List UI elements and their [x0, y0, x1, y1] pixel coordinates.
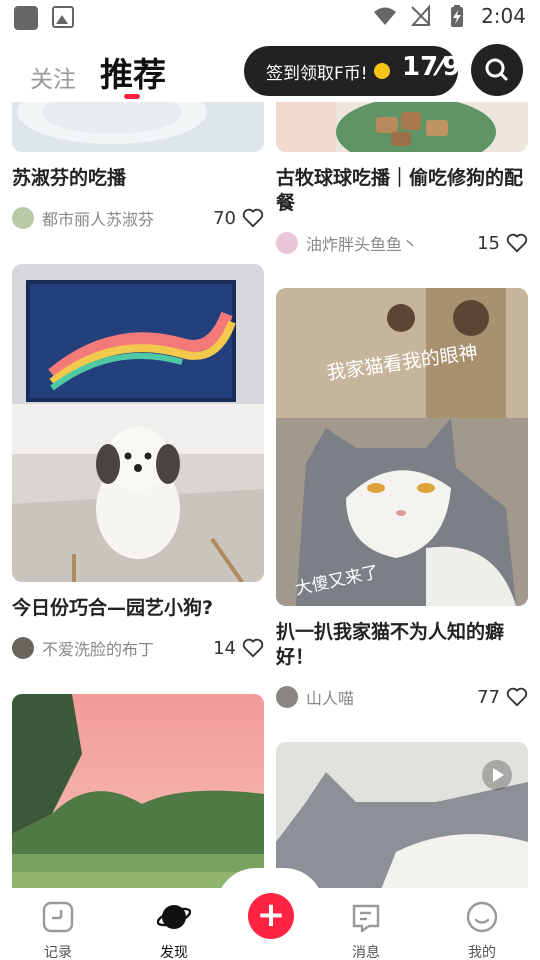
- note-title: 古牧球球吃播｜偷吃修狗的配餐: [276, 167, 524, 214]
- heart-icon[interactable]: [242, 638, 264, 658]
- heart-icon[interactable]: [506, 687, 528, 707]
- create-post-button[interactable]: +: [248, 893, 294, 939]
- message-icon: [352, 904, 380, 933]
- tab-recommend[interactable]: 推荐: [100, 48, 166, 96]
- video-play-icon: [482, 760, 512, 790]
- tab-follow[interactable]: 关注: [30, 60, 76, 94]
- note-cover-image: [276, 102, 528, 152]
- note-cover-image: [276, 742, 528, 890]
- wifi-icon: [374, 7, 397, 25]
- avatar[interactable]: [12, 207, 34, 229]
- search-icon: [485, 58, 508, 81]
- signin-reward-button[interactable]: 签到领取F币! 17⁄9: [244, 46, 461, 96]
- note-title: 扒一扒我家猫不为人知的癖好！: [276, 621, 505, 668]
- heart-icon[interactable]: [506, 233, 528, 253]
- like-count: 15: [477, 232, 500, 254]
- like-count: 77: [477, 686, 500, 708]
- note-cover-image: [12, 102, 264, 152]
- note-record-icon: [42, 901, 74, 933]
- signin-date: 17⁄9: [402, 52, 461, 82]
- nav-label: 发现: [160, 945, 188, 960]
- author-name[interactable]: 山人喵: [306, 685, 477, 709]
- heart-icon[interactable]: [242, 208, 264, 228]
- search-button[interactable]: [471, 44, 523, 96]
- like-count: 70: [213, 207, 236, 229]
- author-name[interactable]: 不爱洗脸的布丁: [42, 636, 213, 660]
- note-title: 苏淑芬的吃播: [12, 167, 127, 189]
- planet-icon: [156, 905, 192, 929]
- signin-text: 签到领取F币!: [266, 63, 368, 84]
- coin-icon: [373, 63, 390, 79]
- status-bar: 2:04: [0, 0, 540, 36]
- note-title: 今日份巧合—园艺小狗?: [12, 597, 214, 619]
- nav-label: 我的: [468, 945, 496, 960]
- nav-messages[interactable]: 消息: [326, 900, 406, 960]
- avatar[interactable]: [12, 637, 34, 659]
- no-signal-icon: [410, 4, 431, 26]
- avatar[interactable]: [276, 686, 298, 708]
- note-cover-image: [12, 694, 264, 890]
- note-cover-image: 我家猫看我的眼神 大傻又来了: [276, 288, 528, 606]
- avatar[interactable]: [276, 232, 298, 254]
- author-name[interactable]: 都市丽人苏淑芬: [42, 206, 213, 230]
- clock: 2:04: [481, 4, 526, 28]
- note-card[interactable]: 古牧球球吃播｜偷吃修狗的配餐 油炸胖头鱼鱼丶 15: [276, 102, 528, 256]
- feed-grid: 苏淑芬的吃播 都市丽人苏淑芬 70 古牧球球吃播｜偷吃修狗的配餐 油炸胖头鱼鱼丶: [0, 102, 540, 890]
- nav-profile[interactable]: 我的: [442, 900, 522, 960]
- like-count: 14: [213, 637, 236, 659]
- note-card[interactable]: 苏淑芬的吃播 都市丽人苏淑芬 70: [12, 102, 264, 231]
- nav-label: 记录: [44, 945, 72, 960]
- note-card[interactable]: [276, 742, 528, 890]
- note-cover-image: [12, 264, 264, 582]
- image-notification-icon: [52, 6, 74, 28]
- author-name[interactable]: 油炸胖头鱼鱼丶: [306, 231, 477, 255]
- note-card[interactable]: 今日份巧合—园艺小狗? 不爱洗脸的布丁 14: [12, 264, 264, 661]
- top-header: 关注 推荐 签到领取F币! 17⁄9: [0, 40, 540, 102]
- nav-record[interactable]: 记录: [18, 900, 98, 960]
- note-card[interactable]: [12, 694, 264, 890]
- nav-label: 消息: [352, 945, 380, 960]
- note-card[interactable]: 我家猫看我的眼神 大傻又来了 扒一扒我家猫不为人知的癖好！ 山人喵 77: [276, 288, 528, 710]
- battery-charging-icon: [451, 5, 464, 27]
- nav-discover[interactable]: 发现: [134, 900, 214, 960]
- active-tab-indicator: [124, 94, 140, 99]
- smiley-icon: [466, 901, 498, 933]
- notification-app-icon: [14, 6, 38, 30]
